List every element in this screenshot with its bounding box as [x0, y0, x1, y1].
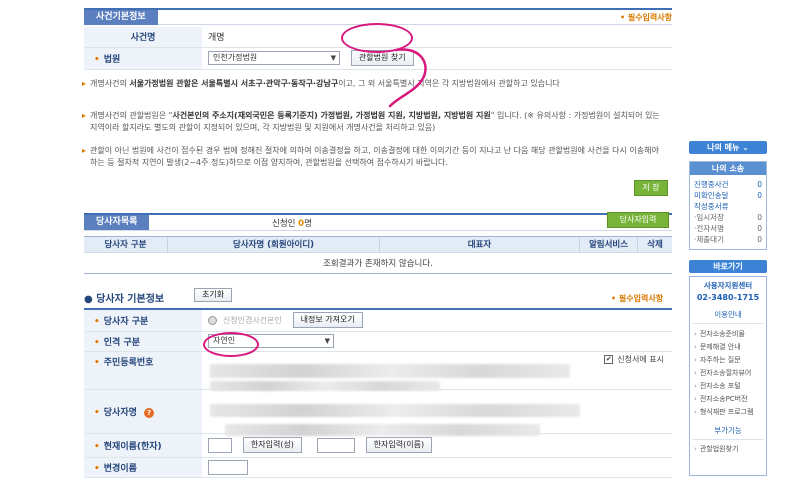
col-party-type: 당사자 구분	[84, 237, 168, 252]
case-name-value: 개명	[202, 27, 672, 48]
link-procedure-viewer[interactable]: 전자소송절차뷰어	[692, 367, 764, 380]
party-list-title: 당사자목록	[84, 215, 150, 230]
col-representative: 대표자	[380, 237, 580, 252]
my-case-list: 진행중사건 0 미확인송달 0 작성중서류 ·임시저장 0 ·전자서명 0 ·제출대기 0	[690, 175, 766, 249]
person-type-label-cell: • 인격 구분	[84, 331, 202, 352]
sidebar-row-unconfirmed[interactable]: 미확인송달 0	[690, 190, 766, 201]
party-list-header: 당사자목록 신청인 0명	[84, 213, 672, 231]
my-menu-button[interactable]: 나의 메뉴 ⌄	[689, 141, 767, 154]
sidebar-row-submit-wait[interactable]: ·제출대기 0	[690, 234, 766, 245]
sidebar-row-temp-save[interactable]: ·임시저장 0	[690, 212, 766, 223]
party-name-label-cell: • 당사자명 ?	[84, 389, 202, 434]
blurred-rrn-2	[210, 381, 440, 391]
case-note-2: ▸ 개명사건의 관할법원은 "사건본인의 주소지(재외국민은 등록기준지) 가정법…	[82, 111, 660, 132]
help-icon[interactable]: ?	[144, 407, 155, 418]
link-preparation[interactable]: 전자소송준비물	[692, 328, 764, 341]
applicant-count: 신청인 0명	[272, 219, 312, 229]
blurred-name	[210, 404, 580, 417]
new-name-label-cell: • 변경이름	[84, 457, 202, 478]
col-party-name: 당사자명 (회원아이디)	[168, 237, 380, 252]
extra-title: 부가기능	[692, 425, 764, 440]
empty-result-message: 조회결과가 존재하지 않습니다.	[84, 254, 672, 274]
chevron-down-icon: ▼	[330, 54, 336, 62]
new-name-input[interactable]	[208, 459, 248, 475]
save-button[interactable]: 저 장	[634, 180, 668, 196]
court-label-cell: • 법원	[84, 47, 202, 70]
shortcut-box: 사용자지원센터 02-3480-1715 이용안내 전자소송준비물 문제해결 안…	[689, 276, 767, 476]
hanja-surname-input[interactable]	[208, 437, 232, 453]
party-basic-title: ● 당사자 기본정보	[84, 294, 165, 305]
add-party-button[interactable]: 당사자입력	[607, 212, 669, 228]
chevron-down-icon: ▼	[324, 337, 330, 345]
sidebar-row-in-progress[interactable]: 진행중사건 0	[690, 179, 766, 190]
col-notification: 알림서비스	[580, 237, 638, 252]
my-case-box: 나의 소송 진행중사건 0 미확인송달 0 작성중서류 ·임시저장 0 ·전자서명 0 …	[689, 161, 767, 250]
party-type-label-cell: • 당사자 구분	[84, 309, 202, 332]
link-faq[interactable]: 자주하는 질문	[692, 354, 764, 367]
party-type-radio[interactable]	[208, 315, 217, 325]
sidebar: 나의 메뉴 ⌄ 나의 소송 진행중사건 0 미확인송달 0 작성중서류 ·임시저장 0…	[689, 141, 767, 476]
reset-button[interactable]: 초기화	[194, 288, 233, 302]
link-formal-trial[interactable]: 형식재판 프로그램	[692, 406, 764, 419]
hanja-name-input[interactable]	[316, 437, 355, 453]
rrn-label-cell: • 주민등록번호	[84, 351, 202, 390]
party-type-radio-label: 신청인겸사건본인	[222, 315, 282, 325]
shortcut-title[interactable]: 바로가기	[689, 260, 767, 273]
case-info-title: 사건기본정보	[84, 10, 158, 25]
case-info-header: 사건기본정보 • 필수입력사항	[84, 8, 672, 25]
show-on-application[interactable]: ✔ 신청서에 표시	[604, 354, 664, 365]
usage-links: 전자소송준비물 문제해결 안내 자주하는 질문 전자소송절차뷰어 전자소송 포털…	[692, 328, 764, 419]
usage-title: 이용안내	[692, 309, 764, 324]
support-center-label: 사용자지원센터	[703, 281, 753, 290]
hanja-surname-button[interactable]: 한자입력(성)	[242, 437, 302, 453]
link-pc-version[interactable]: 전자소송PC버전	[692, 393, 764, 406]
checkbox-checked-icon: ✔	[604, 354, 614, 364]
link-find-court[interactable]: 관할법원찾기	[692, 443, 764, 456]
blurred-name-2	[225, 424, 540, 436]
court-select[interactable]: 인천가정법원 ▼	[208, 51, 340, 65]
support-phone: 02-3480-1715	[696, 293, 760, 302]
annotation-stroke-icon	[388, 48, 427, 108]
sidebar-row-drafts[interactable]: 작성중서류	[690, 201, 766, 212]
link-portal[interactable]: 전자소송 포털	[692, 380, 764, 393]
blurred-rrn	[210, 364, 570, 378]
party-table-header: 당사자 구분 당사자명 (회원아이디) 대표자 알림서비스 삭제	[84, 236, 672, 253]
case-name-label: 사건명	[84, 27, 202, 48]
current-name-label-cell: • 현재이름(한자)	[84, 433, 202, 458]
case-note-3: ▸ 관할이 아닌 법원에 사건이 접수된 경우 법에 정해진 절차에 의하여 이송…	[82, 146, 659, 167]
required-note: • 필수입력사항	[619, 13, 672, 22]
col-delete: 삭제	[647, 240, 663, 250]
sidebar-row-e-sign[interactable]: ·전자서명 0	[690, 223, 766, 234]
hanja-name-button[interactable]: 한자입력(이름)	[365, 437, 433, 453]
party-required-note: • 필수입력사항	[611, 294, 664, 303]
my-case-title: 나의 소송	[690, 162, 766, 175]
party-basic-form: • 당사자 구분 신청인겸사건본인 내정보 가져오기 • 인격 구분 자연인 ▼ • 주…	[84, 308, 672, 478]
person-type-select[interactable]: 자연인 ▼	[208, 334, 334, 348]
link-troubleshooting[interactable]: 문제해결 안내	[692, 341, 764, 354]
get-my-info-button[interactable]: 내정보 가져오기	[292, 312, 363, 329]
